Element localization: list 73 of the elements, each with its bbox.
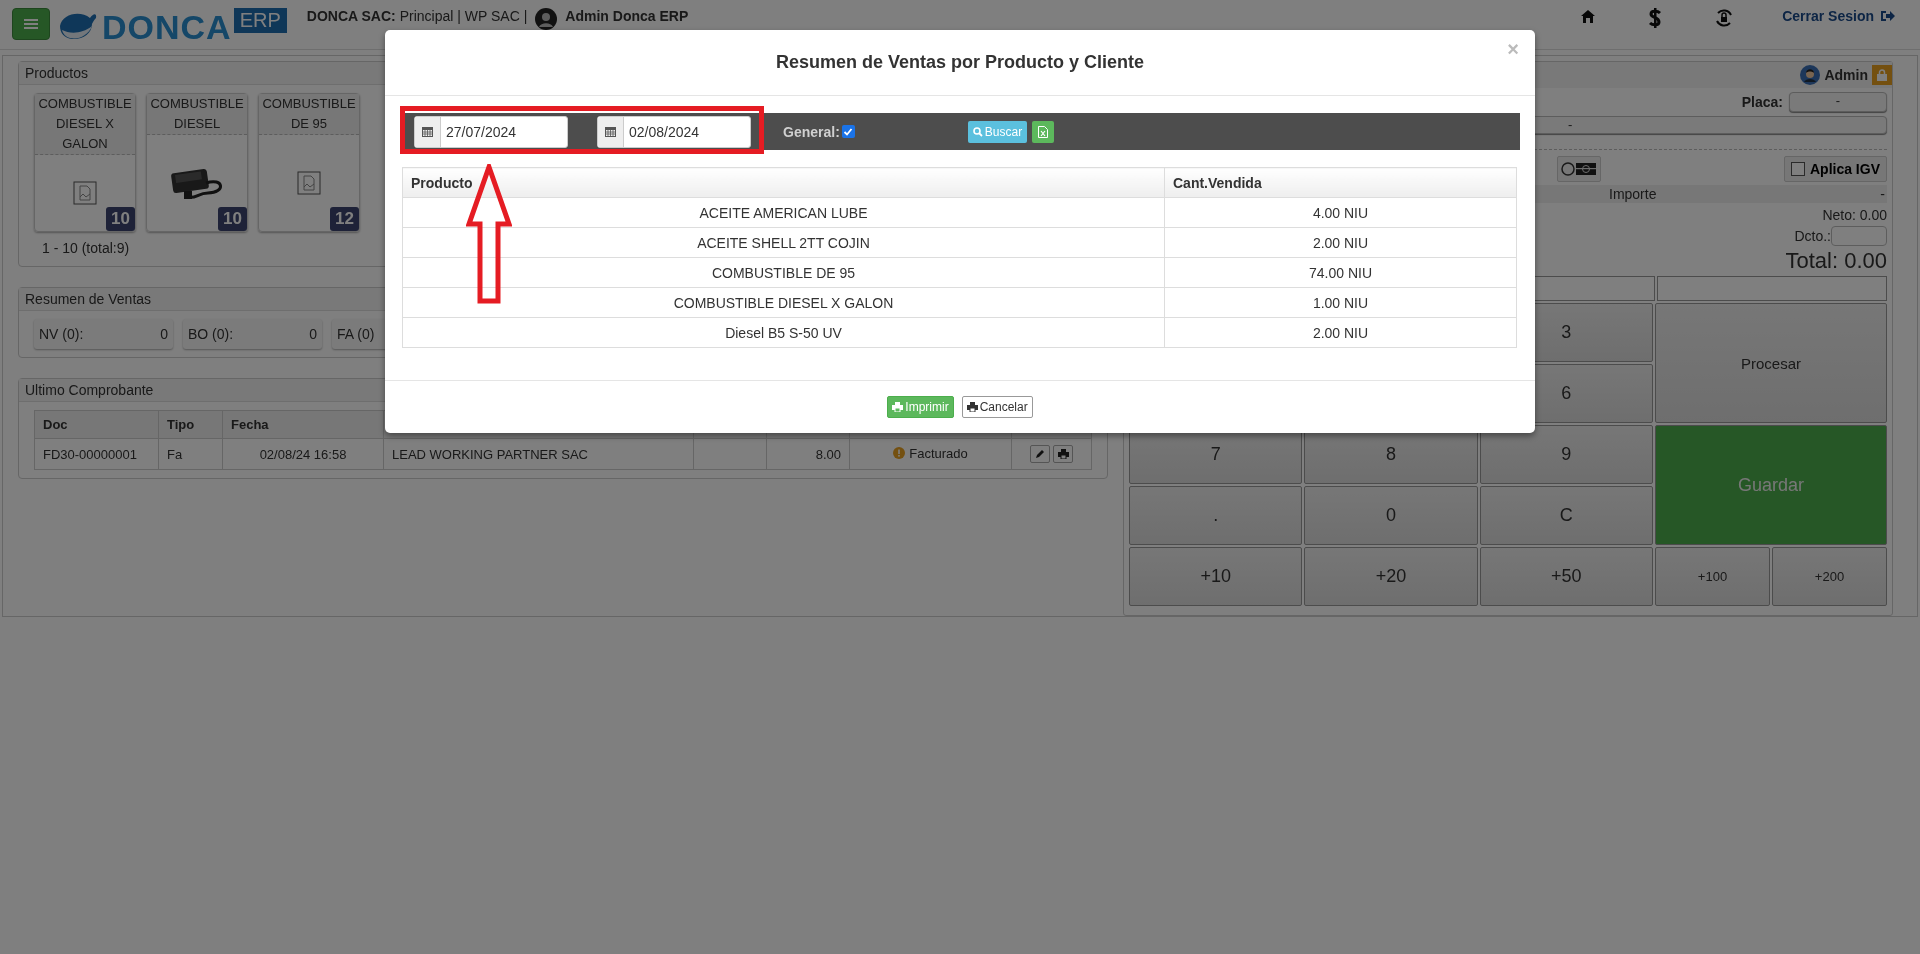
stock-badge: 10 <box>218 207 247 231</box>
column-header: Doc <box>34 410 159 439</box>
panel-title: Ultimo Comprobante <box>25 382 154 398</box>
table-cell: ACEITE SHELL 2TT COJIN <box>402 227 1165 258</box>
company-info: Principal | WP SAC | <box>399 8 528 24</box>
product-card[interactable]: COMBUSTIBLE DIESEL 10 <box>146 93 248 232</box>
table-cell: Diesel B5 S-50 UV <box>402 317 1165 348</box>
general-label: General: <box>783 123 840 140</box>
plate-label: Placa: <box>1741 94 1783 110</box>
logout-link[interactable]: Cerrar Sesion <box>1782 8 1896 24</box>
table-cell: Fa <box>158 438 223 470</box>
modal-title: Resumen de Ventas por Producto y Cliente <box>775 52 1145 73</box>
keypad-key[interactable]: 0 <box>1304 486 1478 545</box>
table-cell: 2.00 NIU <box>1164 227 1517 258</box>
column-header: Cant.Vendida <box>1164 167 1517 198</box>
pagination-info: 1 - 10 (total:9) <box>41 239 131 258</box>
table-cell: 8.00 <box>766 438 850 470</box>
print-button[interactable]: Imprimir <box>887 396 954 418</box>
table-cell: COMBUSTIBLE DIESEL X GALON <box>402 287 1165 318</box>
table-cell: 2.00 NIU <box>1164 317 1517 348</box>
column-header: Producto <box>402 167 1165 198</box>
product-name: COMBUSTIBLE DE 95 <box>259 94 359 135</box>
keypad-key[interactable]: +20 <box>1304 547 1478 606</box>
summary-value: 0 <box>309 326 317 342</box>
table-cell: 02/08/24 16:58 <box>222 438 384 470</box>
keypad-key[interactable]: C <box>1479 486 1653 545</box>
igv-checkbox[interactable]: Aplica IGV <box>1783 156 1887 182</box>
total-amount: Total: 0.00 <box>1785 248 1887 274</box>
net-amount: Neto: 0.00 <box>1822 207 1887 223</box>
close-button[interactable]: × <box>1505 38 1521 61</box>
table-cell: 1.00 NIU <box>1164 287 1517 318</box>
user-name: Admin Donca ERP <box>565 8 689 24</box>
user-name: Admin <box>1824 67 1868 83</box>
quick-amount-button[interactable]: +100 <box>1655 547 1770 606</box>
summary-value: 0 <box>160 326 168 342</box>
quick-amount-button[interactable]: +200 <box>1772 547 1887 606</box>
cancel-button[interactable]: Cancelar <box>961 396 1033 418</box>
panel-title: Resumen de Ventas <box>25 291 152 307</box>
discount-label: Dcto.: <box>1794 228 1831 244</box>
status-text: Facturado <box>909 445 968 461</box>
date-field[interactable]: 27/07/2024 <box>414 115 568 148</box>
process-button[interactable]: Procesar <box>1655 303 1887 423</box>
column-header: Tipo <box>158 410 223 439</box>
amount-value: - <box>1880 186 1885 202</box>
table-cell: COMBUSTIBLE DE 95 <box>402 257 1165 288</box>
product-card[interactable]: COMBUSTIBLE DE 95 12 <box>258 93 360 232</box>
product-name: COMBUSTIBLE DIESEL X GALON <box>35 94 135 155</box>
table-cell: 74.00 NIU <box>1164 257 1517 288</box>
date-field[interactable]: 02/08/2024 <box>597 115 751 148</box>
table-cell: FD30-00000001 <box>34 438 159 470</box>
product-card[interactable]: COMBUSTIBLE DIESEL X GALON 10 <box>34 93 136 232</box>
column-header: Fecha <box>222 410 384 439</box>
product-name: COMBUSTIBLE DIESEL <box>147 94 247 135</box>
keypad-key[interactable]: +50 <box>1479 547 1653 606</box>
table-cell: ACEITE AMERICAN LUBE <box>402 197 1165 228</box>
search-button[interactable]: Buscar <box>967 120 1028 143</box>
table-cell: LEAD WORKING PARTNER SAC <box>383 438 694 470</box>
panel-title: Productos <box>25 65 89 81</box>
keypad-key[interactable]: +10 <box>1129 547 1303 606</box>
save-button[interactable]: Guardar <box>1655 425 1887 545</box>
column-header: Importe <box>1609 186 1657 202</box>
company-label: DONCA SAC: <box>306 8 396 24</box>
brand-name: DONCA <box>102 8 232 47</box>
keypad-key[interactable]: . <box>1129 486 1303 545</box>
stock-badge: 10 <box>106 207 135 231</box>
summary-label: FA (0) <box>337 326 375 342</box>
table-cell: 4.00 NIU <box>1164 197 1517 228</box>
summary-label: NV (0): <box>39 326 84 342</box>
plate-field[interactable]: - <box>1789 92 1887 112</box>
keypad-key[interactable]: 9 <box>1479 425 1653 484</box>
stock-badge: 12 <box>330 207 359 231</box>
brand-tag: ERP <box>233 8 287 33</box>
summary-label: BO (0): <box>188 326 234 342</box>
